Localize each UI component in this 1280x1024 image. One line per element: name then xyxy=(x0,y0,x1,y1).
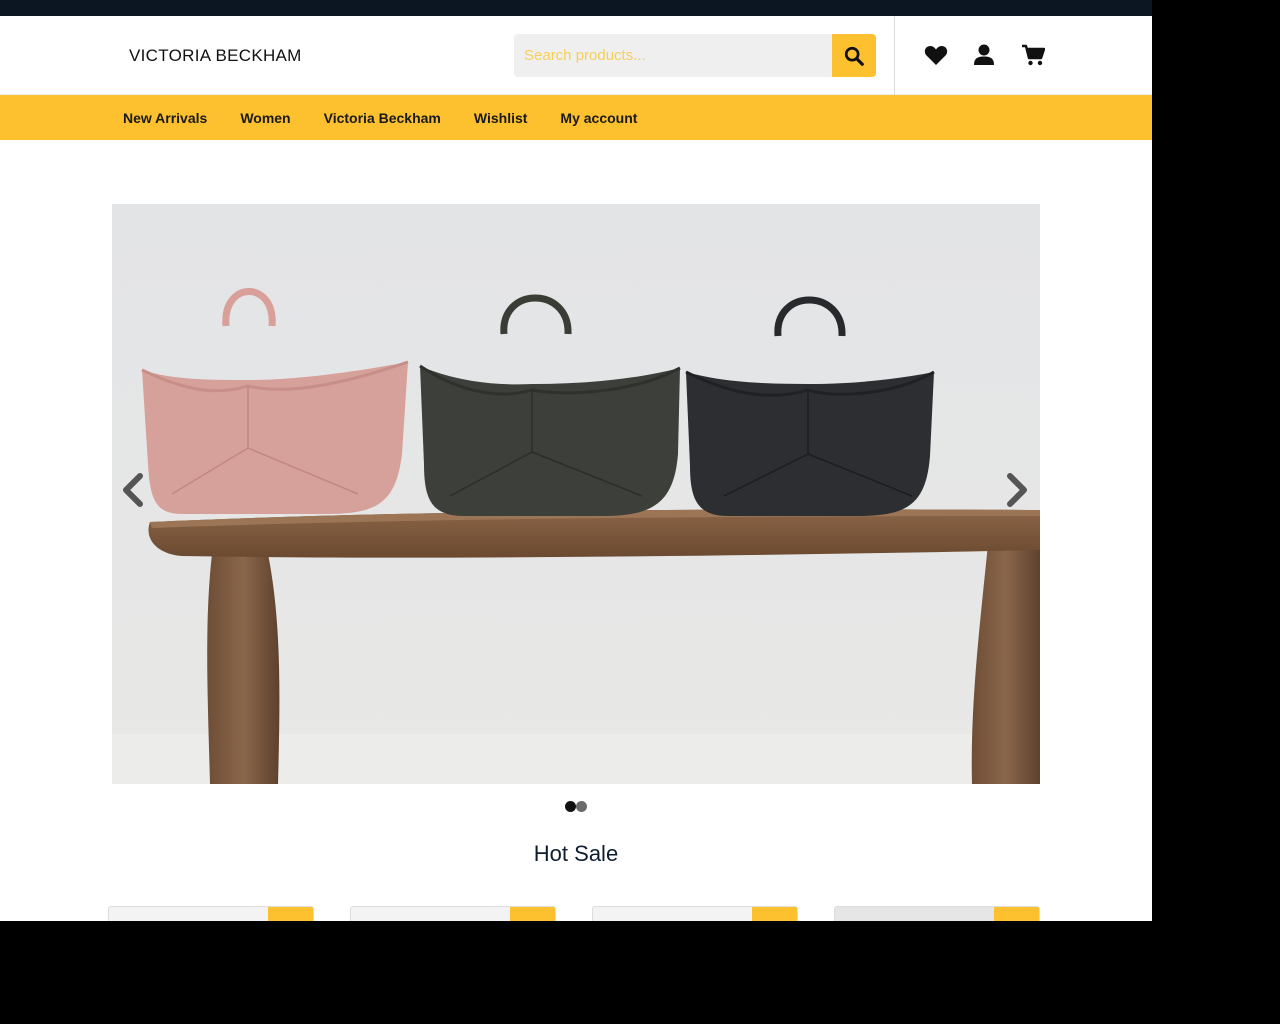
nav-item-women[interactable]: Women xyxy=(240,110,290,126)
product-card[interactable] xyxy=(108,906,314,921)
top-bar xyxy=(0,0,1152,16)
nav-item-new-arrivals[interactable]: New Arrivals xyxy=(123,110,207,126)
main-nav: New Arrivals Women Victoria Beckham Wish… xyxy=(0,95,1152,140)
sale-badge xyxy=(752,907,797,921)
nav-item-victoria-beckham[interactable]: Victoria Beckham xyxy=(324,110,441,126)
chevron-right-icon xyxy=(1007,473,1027,507)
product-card[interactable] xyxy=(592,906,798,921)
page: VICTORIA BECKHAM Search products... New … xyxy=(0,0,1152,921)
slider-dot[interactable] xyxy=(576,801,587,812)
header-divider xyxy=(894,16,895,95)
slider-dot-active[interactable] xyxy=(565,801,576,812)
search-button[interactable] xyxy=(832,34,876,77)
slider-next-button[interactable] xyxy=(1002,470,1032,510)
site-header: VICTORIA BECKHAM xyxy=(0,16,1152,95)
section-title-hot-sale: Hot Sale xyxy=(533,841,619,866)
cart-button[interactable] xyxy=(1020,42,1046,68)
cart-icon xyxy=(1022,44,1045,66)
search-input[interactable] xyxy=(514,34,832,77)
hero-slider[interactable] xyxy=(112,204,1040,784)
hero-image xyxy=(112,204,1040,784)
nav-item-my-account[interactable]: My account xyxy=(560,110,637,126)
product-card[interactable] xyxy=(834,906,1040,921)
nav-item-wishlist[interactable]: Wishlist xyxy=(474,110,528,126)
search-icon xyxy=(844,46,864,66)
slider-dots xyxy=(565,801,587,812)
sale-badge xyxy=(510,907,555,921)
heart-icon xyxy=(924,45,948,65)
brand-logo[interactable]: VICTORIA BECKHAM xyxy=(129,46,302,66)
product-card[interactable] xyxy=(350,906,556,921)
sale-badge xyxy=(268,907,313,921)
sale-badge xyxy=(994,907,1039,921)
chevron-left-icon xyxy=(123,473,143,507)
search-bar xyxy=(514,34,876,77)
slider-prev-button[interactable] xyxy=(118,470,148,510)
user-icon xyxy=(974,44,994,65)
wishlist-button[interactable] xyxy=(923,42,949,68)
account-button[interactable] xyxy=(971,42,997,68)
